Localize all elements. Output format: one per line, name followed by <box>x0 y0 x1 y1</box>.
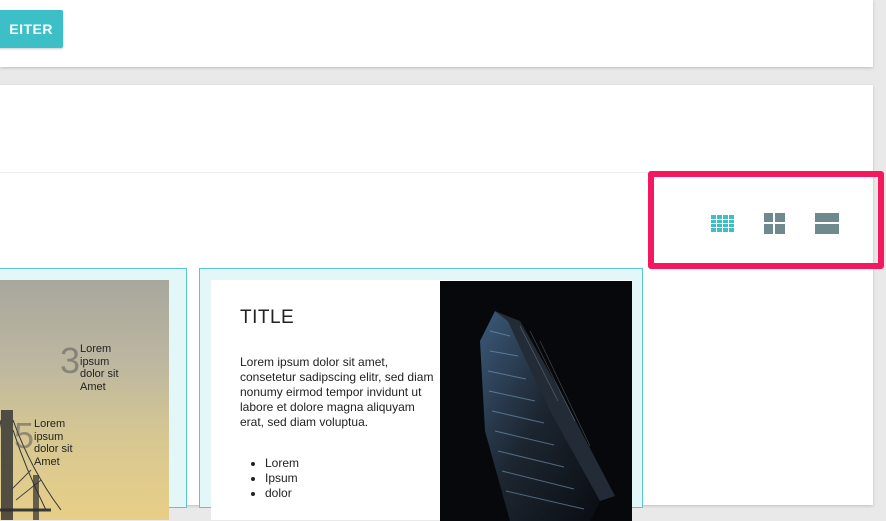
view-switcher-highlight <box>648 171 884 269</box>
content-tile[interactable]: TITLE Lorem ipsum dolor sit amet, conset… <box>199 268 643 521</box>
stat-number-1: 3 <box>60 340 81 381</box>
tile-body: Lorem ipsum dolor sit amet, consetetur s… <box>240 355 434 429</box>
list-item: Ipsum <box>265 471 299 486</box>
stats-tile[interactable]: 3 Lorem ipsum dolor sit Amet 5 Lorem ipsum do… <box>0 268 187 520</box>
list-item: dolor <box>265 486 299 501</box>
next-button[interactable]: EITER <box>0 10 63 48</box>
skyscraper-photo <box>440 281 632 521</box>
top-card: EITER <box>0 0 873 67</box>
stat-text-2: Lorem ipsum dolor sit Amet <box>34 418 73 468</box>
stat-text-1: Lorem ipsum dolor sit Amet <box>80 343 119 393</box>
tile-title: TITLE <box>240 307 295 328</box>
list-item: Lorem <box>265 456 299 471</box>
skyscraper-image <box>480 311 615 521</box>
bridge-photo: 3 Lorem ipsum dolor sit Amet 5 Lorem ipsum do… <box>0 280 169 520</box>
content-tile-inner: TITLE Lorem ipsum dolor sit amet, conset… <box>211 280 632 521</box>
stat-number-2: 5 <box>14 415 35 456</box>
tile-list: Lorem Ipsum dolor <box>240 456 299 501</box>
bridge-silhouette <box>0 410 62 520</box>
